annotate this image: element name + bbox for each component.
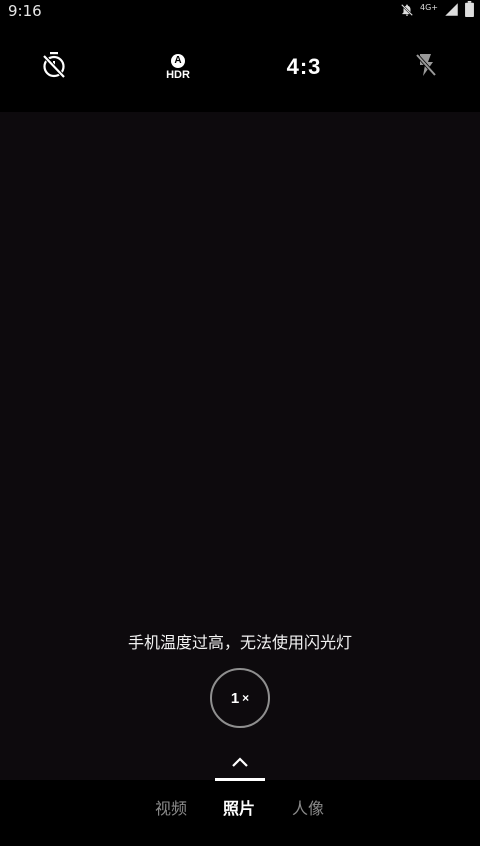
hdr-label: HDR [166,68,190,81]
zoom-value: 1 [230,689,240,707]
hdr-button[interactable]: A HDR [156,22,200,112]
zoom-button[interactable]: 1 × [210,668,270,728]
expand-modes-button[interactable] [230,754,250,773]
flash-button[interactable] [404,22,448,112]
status-bar: 9:16 4G+ [0,0,480,22]
mode-video[interactable]: 视频 [155,795,187,819]
aspect-ratio-label: 4:3 [286,54,322,79]
zoom-suffix: × [242,691,250,705]
status-time: 9:16 [8,2,42,20]
network-type: 4G+ [420,2,438,12]
aspect-ratio-button[interactable]: 4:3 [276,22,332,112]
mode-selector: 视频 照片 人像 [0,781,480,846]
hdr-auto-badge: A [171,53,185,68]
status-icons: 4G+ [400,1,474,21]
timer-button[interactable] [32,22,76,112]
chevron-up-icon [230,754,250,773]
bell-off-icon [400,2,414,21]
flash-off-icon [415,52,437,82]
flash-warning-message: 手机温度过高，无法使用闪光灯 [127,633,352,652]
mode-portrait[interactable]: 人像 [292,795,324,819]
camera-top-bar: A HDR 4:3 [0,22,480,112]
mode-photo[interactable]: 照片 [223,795,255,819]
timer-off-icon [41,51,67,83]
battery-icon [465,1,474,21]
signal-icon [444,2,459,21]
